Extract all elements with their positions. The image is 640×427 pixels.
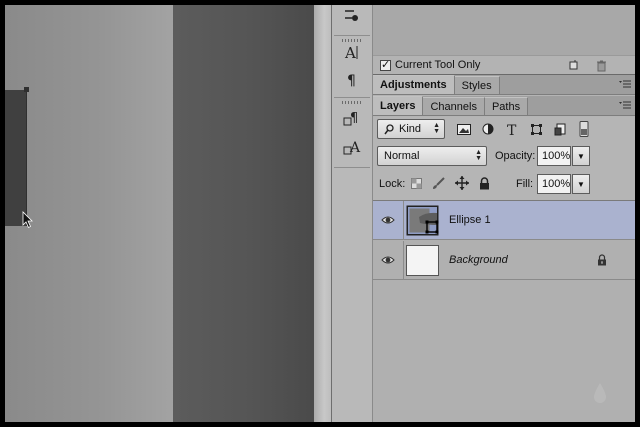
opacity-slider-button[interactable]: ▼ (572, 146, 590, 166)
character-panel-icon[interactable]: A (338, 40, 366, 64)
fill-label: Fill: (516, 178, 534, 190)
svg-text:A: A (344, 44, 356, 61)
new-preset-icon[interactable] (569, 60, 579, 71)
paragraph-panel-icon[interactable]: ¶ (338, 67, 366, 91)
lock-icon (598, 254, 606, 266)
svg-text:¶: ¶ (350, 111, 358, 126)
delete-preset-icon[interactable] (596, 60, 607, 72)
image-filter-icon[interactable] (455, 121, 473, 137)
current-tool-only-checkbox[interactable] (380, 58, 391, 71)
canvas-gutter (314, 5, 331, 422)
layer-name[interactable]: Background (449, 254, 508, 266)
lock-all-icon[interactable] (479, 177, 490, 190)
adjustments-tabbar: Adjustments Styles (373, 75, 635, 95)
canvas-dark-column (173, 5, 314, 422)
shape-filter-icon[interactable] (527, 121, 545, 137)
selected-shape[interactable] (5, 90, 27, 226)
lock-label: Lock: (379, 178, 406, 190)
lock-position-icon[interactable] (455, 176, 469, 190)
layers-controls: Kind ▲ ▼ T Normal ▲ ▼ Opacity: 100% ▼ Lock… (373, 117, 635, 201)
layers-panel-menu-icon[interactable] (619, 101, 631, 110)
layers-list: Ellipse 1 Background (373, 201, 635, 422)
svg-text:¶: ¶ (347, 73, 356, 88)
adjustment-filter-icon[interactable] (479, 121, 497, 137)
watermark-drop-icon (594, 383, 606, 403)
shape-anchor-point[interactable] (24, 87, 29, 92)
tab-paths[interactable]: Paths (484, 97, 529, 115)
character-styles-icon[interactable]: A (338, 136, 366, 160)
mouse-pointer-icon (22, 211, 33, 229)
lock-transparent-pixels-icon[interactable] (411, 178, 422, 189)
fill-slider-button[interactable]: ▼ (572, 174, 590, 194)
layers-tabbar: Layers Channels Paths (373, 96, 635, 116)
fill-input[interactable]: 100% (537, 174, 571, 194)
panel-dock-strip: A ¶ ¶ A (331, 5, 373, 422)
svg-text:A: A (349, 140, 361, 156)
current-tool-only-label: Current Tool Only (395, 59, 481, 71)
document-canvas[interactable] (5, 5, 331, 422)
lock-image-pixels-icon[interactable] (432, 177, 445, 190)
layer-row-background[interactable]: Background (373, 241, 635, 280)
opacity-label: Opacity: (495, 150, 536, 162)
pen-tool-icon[interactable] (338, 5, 366, 29)
tab-styles[interactable]: Styles (454, 76, 500, 94)
layer-row-ellipse-1[interactable]: Ellipse 1 (373, 201, 635, 240)
background-layer-thumbnail (406, 245, 439, 276)
paragraph-styles-icon[interactable]: ¶ (338, 107, 366, 131)
type-filter-icon[interactable]: T (503, 121, 521, 137)
smart-object-filter-icon[interactable] (551, 121, 569, 137)
filter-toggle-icon[interactable] (575, 121, 593, 137)
right-panel: Current Tool Only Adjustments Styles Lay… (373, 5, 635, 422)
svg-text:T: T (507, 123, 517, 136)
eye-icon[interactable] (381, 254, 395, 266)
filter-kind-dropdown[interactable]: Kind ▲ ▼ (377, 119, 445, 139)
search-icon (384, 123, 394, 134)
panel-menu-icon[interactable] (619, 80, 631, 89)
opacity-input[interactable]: 100% (537, 146, 571, 166)
tab-channels[interactable]: Channels (423, 97, 485, 115)
eye-icon[interactable] (381, 214, 395, 226)
shape-layer-thumbnail (406, 205, 439, 236)
panel-top-area (373, 5, 635, 55)
tab-adjustments[interactable]: Adjustments (373, 75, 455, 94)
blend-mode-dropdown[interactable]: Normal ▲ ▼ (377, 146, 487, 166)
tab-layers[interactable]: Layers (373, 96, 424, 115)
layer-name[interactable]: Ellipse 1 (449, 214, 491, 226)
current-tool-only-row: Current Tool Only (373, 55, 635, 75)
window-edge (635, 5, 640, 422)
